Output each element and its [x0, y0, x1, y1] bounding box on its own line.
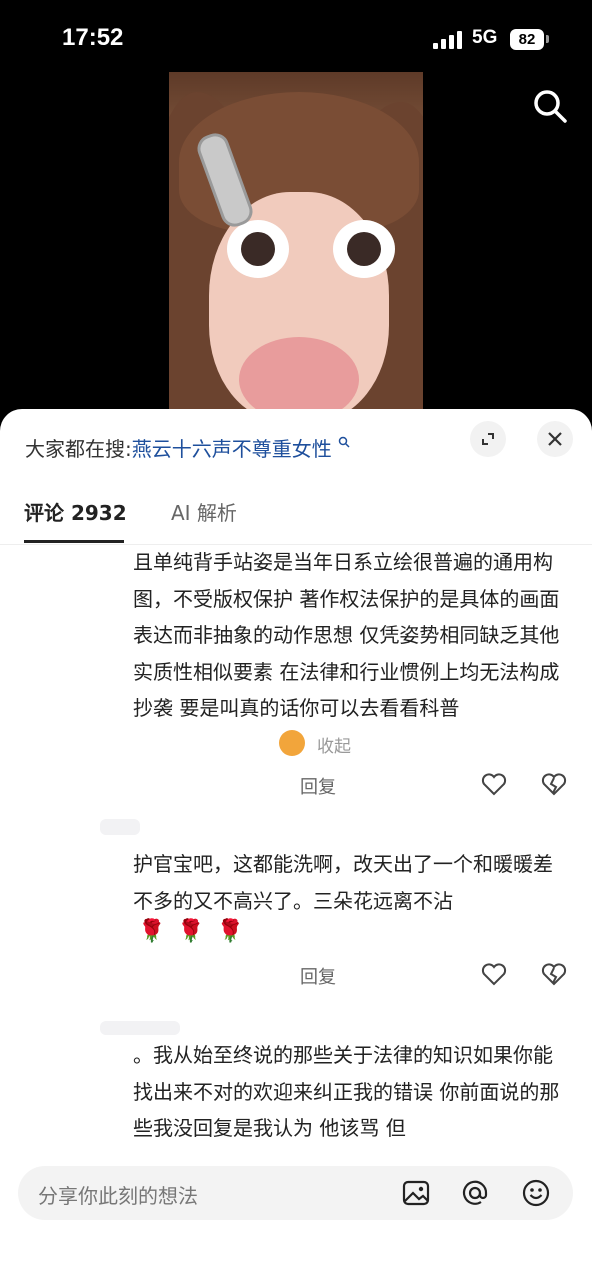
blurred-avatar: [100, 819, 140, 835]
tab-ai-analysis[interactable]: AI 解析: [171, 497, 237, 526]
eye-shape: [227, 220, 289, 278]
image-icon[interactable]: [401, 1178, 431, 1208]
expand-icon: [482, 433, 494, 445]
tab-bar: 评论 2932 AI 解析: [0, 497, 592, 545]
tab-indicator: [24, 540, 124, 543]
lips-shape: [239, 337, 359, 417]
expand-button[interactable]: [470, 421, 506, 457]
battery-tip: [546, 35, 549, 43]
comment-body: 且单纯背手站姿是当年日系立绘很普遍的通用构图，不受版权保护 著作权法保护的是具体…: [133, 550, 560, 720]
dislike-icon[interactable]: [540, 770, 568, 798]
blurred-username: [100, 1021, 180, 1035]
search-icon: [338, 437, 350, 448]
comment-input[interactable]: 分享你此刻的想法: [18, 1166, 573, 1220]
close-button[interactable]: [537, 421, 573, 457]
comment-body: 。我从始至终说的那些关于法律的知识如果你能找出来不对的欢迎来纠正我的错误 你前面…: [133, 1043, 560, 1140]
reply-button[interactable]: 回复: [300, 963, 336, 989]
input-placeholder: 分享你此刻的想法: [38, 1184, 198, 1208]
eye-shape: [333, 220, 395, 278]
comment-sheet: 大家都在搜:燕云十六声不尊重女性 评论 2932 AI 解析 且单纯背手站姿是当…: [0, 409, 592, 1281]
network-type: 5G: [472, 27, 498, 48]
video-preview[interactable]: [169, 72, 423, 417]
search-suggestion[interactable]: 大家都在搜:燕云十六声不尊重女性: [25, 433, 350, 462]
collapse-link[interactable]: 收起: [317, 732, 351, 757]
search-prefix: 大家都在搜:: [25, 437, 132, 461]
search-icon[interactable]: [530, 86, 570, 126]
dislike-icon[interactable]: [540, 960, 568, 988]
emoji-sticker: [279, 730, 305, 756]
status-bar: 17:52 5G 82: [0, 0, 592, 80]
signal-icon: [433, 31, 465, 49]
search-term[interactable]: 燕云十六声不尊重女性: [132, 437, 332, 461]
close-icon: [548, 432, 562, 446]
tab-comments[interactable]: 评论 2932: [24, 497, 127, 526]
rose-emoji: 🌹🌹🌹: [138, 919, 257, 944]
reply-button[interactable]: 回复: [300, 773, 336, 799]
battery-icon: 82: [510, 29, 544, 50]
at-icon[interactable]: [460, 1178, 490, 1208]
comment-body: 护官宝吧，这都能洗啊，改天出了一个和暖暖差不多的又不高兴了。三朵花远离不沾: [133, 852, 553, 913]
emoji-icon[interactable]: [521, 1178, 551, 1208]
like-icon[interactable]: [480, 770, 508, 798]
like-icon[interactable]: [480, 960, 508, 988]
status-time: 17:52: [62, 24, 124, 51]
